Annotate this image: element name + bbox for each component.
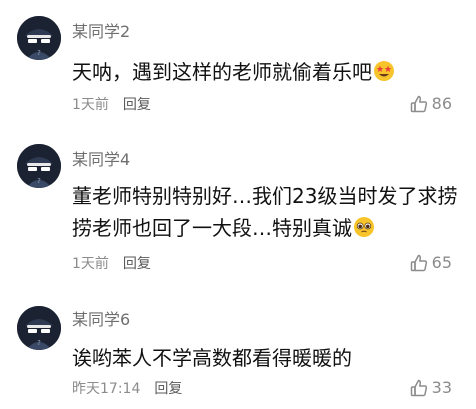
thumbs-up-icon [410, 95, 427, 113]
anonymous-avatar-icon: ? [17, 144, 61, 188]
comment-meta: 昨天17:14 回复 [72, 380, 182, 398]
comment-item: ? 某同学6 诶哟苯人不学高数都看得暖暖的 昨天17:14 回复 33 [0, 280, 476, 409]
svg-text:?: ? [37, 339, 41, 347]
username[interactable]: 某同学6 [72, 310, 130, 330]
thumbs-up-icon [410, 254, 427, 272]
user-avatar[interactable]: ? [17, 306, 61, 350]
like-button[interactable]: 86 [409, 94, 452, 114]
comment-time: 1天前 [72, 97, 109, 113]
user-avatar[interactable]: ? [17, 144, 61, 188]
username[interactable]: 某同学4 [72, 150, 130, 170]
comment-time: 昨天17:14 [72, 381, 141, 397]
reply-button[interactable]: 回复 [154, 381, 182, 397]
comment-text: 天呐，遇到这样的老师就偷着乐吧 [72, 56, 464, 88]
username[interactable]: 某同学2 [72, 22, 130, 42]
comment-meta: 1天前 回复 [72, 96, 151, 114]
comment-text-content: 天呐，遇到这样的老师就偷着乐吧 [72, 60, 372, 84]
like-count: 86 [431, 94, 452, 113]
anonymous-avatar-icon: ? [17, 16, 61, 60]
like-button[interactable]: 65 [409, 253, 452, 273]
like-button[interactable]: 33 [409, 378, 452, 398]
user-avatar[interactable]: ? [17, 16, 61, 60]
thumbs-up-icon [410, 379, 427, 397]
reply-button[interactable]: 回复 [123, 97, 151, 113]
reply-button[interactable]: 回复 [123, 256, 151, 272]
like-count: 33 [431, 378, 452, 397]
like-count: 65 [431, 253, 452, 272]
comment-time: 1天前 [72, 256, 109, 272]
svg-text:?: ? [37, 49, 41, 57]
comment-text: 诶哟苯人不学高数都看得暖暖的 [72, 342, 464, 374]
star-struck-emoji-icon [374, 61, 394, 81]
pleading-face-emoji-icon [354, 217, 374, 237]
anonymous-avatar-icon: ? [17, 306, 61, 350]
svg-text:?: ? [37, 177, 41, 185]
comment-text: 董老师特别特别好…我们23级当时发了求捞捞老师也回了一大段…特别真诚 [72, 180, 464, 244]
comment-item: ? 某同学4 董老师特别特别好…我们23级当时发了求捞捞老师也回了一大段…特别真… [0, 130, 476, 280]
comment-text-content: 董老师特别特别好…我们23级当时发了求捞捞老师也回了一大段…特别真诚 [72, 184, 458, 240]
comment-text-content: 诶哟苯人不学高数都看得暖暖的 [72, 346, 352, 370]
comment-item: ? 某同学2 天呐，遇到这样的老师就偷着乐吧 1天前 回复 86 [0, 0, 476, 130]
comment-meta: 1天前 回复 [72, 255, 151, 273]
